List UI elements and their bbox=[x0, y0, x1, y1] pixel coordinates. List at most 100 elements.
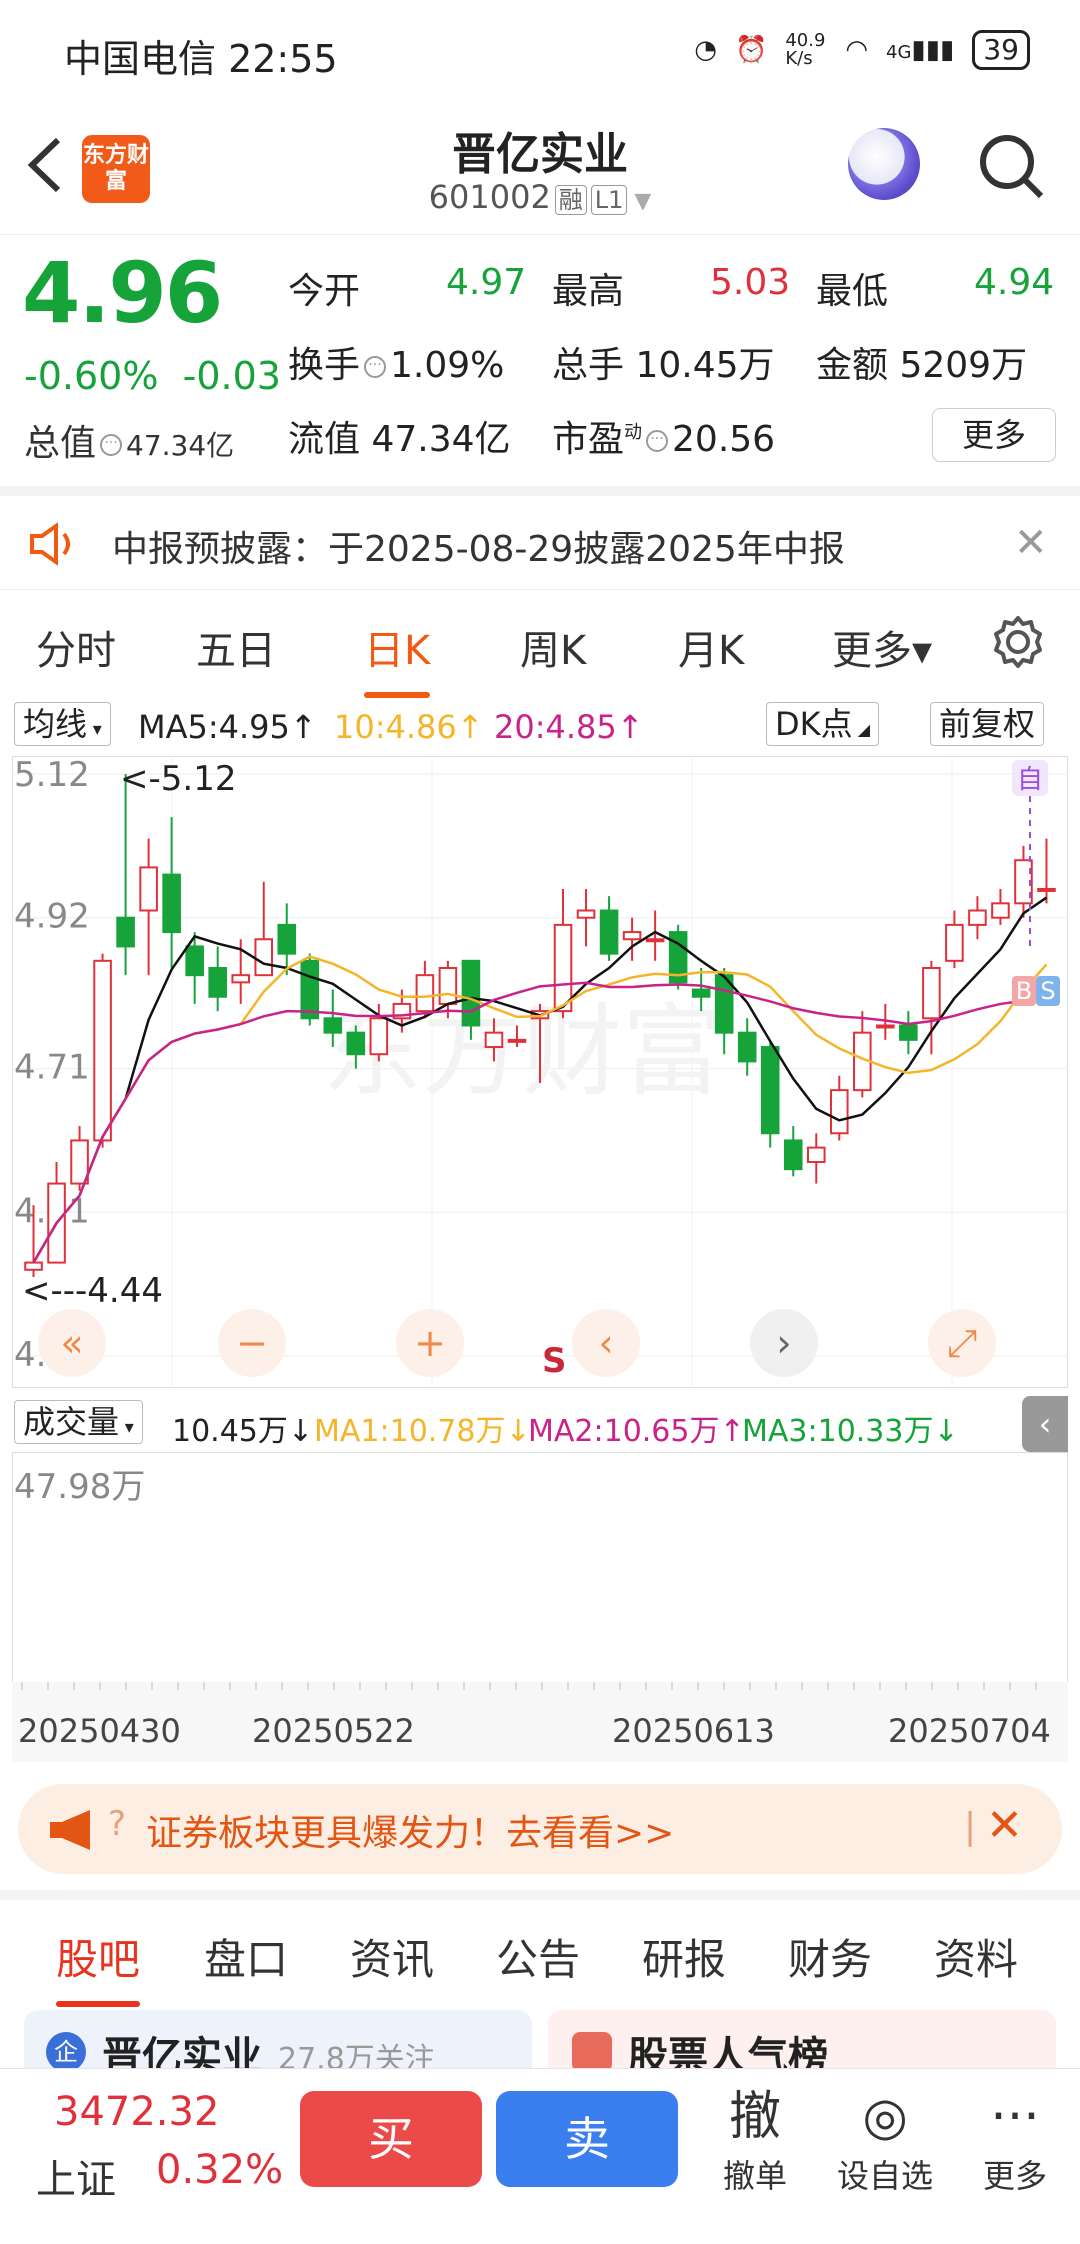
y-tick-label: 4.71 bbox=[14, 1048, 90, 1088]
sell-button[interactable]: 卖 bbox=[496, 2091, 678, 2187]
amount: 金额 5209万 bbox=[816, 345, 1028, 386]
search-icon[interactable] bbox=[975, 130, 1047, 202]
date-axis: 20250430 20250522 20250613 20250704 bbox=[12, 1688, 1068, 1762]
chart-tabs: 分时 五日 日K 周K 月K 更多▾ bbox=[0, 596, 1080, 698]
wifi-icon: ◠ bbox=[845, 35, 869, 65]
tab-five-day[interactable]: 五日 bbox=[196, 618, 276, 676]
chart-control-button[interactable]: › bbox=[750, 1309, 818, 1377]
popularity-card[interactable]: 股票人气榜 bbox=[548, 2010, 1056, 2068]
info-icon: ··· bbox=[100, 434, 123, 456]
follow-count: 27.8万关注 bbox=[278, 2042, 435, 2068]
collapse-panel-button[interactable]: ‹ bbox=[1022, 1396, 1068, 1452]
candle bbox=[599, 909, 619, 955]
index-change[interactable]: 0.32% bbox=[156, 2147, 283, 2193]
pe-ratio: 市盈动 ··· 20.56 bbox=[552, 419, 776, 460]
candle bbox=[300, 959, 320, 1020]
chart-control-button[interactable]: ‹ bbox=[572, 1309, 640, 1377]
candle bbox=[162, 873, 181, 934]
tab-daily-k[interactable]: 日K bbox=[364, 618, 431, 698]
candle bbox=[760, 1046, 780, 1135]
speed-icon: ◔ bbox=[694, 35, 717, 65]
tab-profile[interactable]: 资料 bbox=[934, 1926, 1018, 1987]
volume-value: 10.45万↓ bbox=[172, 1414, 314, 1449]
candle bbox=[139, 866, 158, 912]
tab-weekly-k[interactable]: 周K bbox=[520, 618, 586, 676]
chart-control-button[interactable]: + bbox=[396, 1309, 464, 1377]
candle bbox=[116, 916, 135, 948]
volume-indicator-select[interactable]: 成交量 ▾ bbox=[14, 1400, 143, 1444]
tab-more[interactable]: 更多▾ bbox=[832, 618, 932, 676]
candle bbox=[991, 902, 1010, 919]
gear-icon[interactable] bbox=[990, 614, 1046, 670]
card-title: 晋亿实业 bbox=[102, 2034, 262, 2068]
more-button[interactable]: ··· 更多 bbox=[960, 2083, 1070, 2197]
tab-forum[interactable]: 股吧 bbox=[56, 1926, 141, 2007]
control-icon: « bbox=[60, 1321, 83, 1365]
stock-code-row[interactable]: 601002 融 L1 ▼ bbox=[0, 178, 1080, 216]
more-quote-button[interactable]: 更多 bbox=[932, 408, 1056, 462]
candle bbox=[461, 959, 481, 1027]
chart-control-button[interactable]: ⤢ bbox=[928, 1309, 996, 1377]
open-value: 4.97 bbox=[446, 262, 527, 303]
index-name[interactable]: 上证 bbox=[36, 2147, 116, 2205]
forum-icon: 企 bbox=[46, 2032, 86, 2068]
tab-monthly-k[interactable]: 月K bbox=[678, 618, 744, 676]
high-value: 5.03 bbox=[710, 262, 791, 303]
tab-announcements[interactable]: 公告 bbox=[496, 1926, 580, 1987]
stock-forum-card[interactable]: 企 晋亿实业 27.8万关注 bbox=[24, 2010, 532, 2068]
market-cap: 总值 ··· 47.34亿 bbox=[24, 423, 235, 464]
cancel-icon: 撤 bbox=[728, 2087, 781, 2147]
tab-research[interactable]: 研报 bbox=[642, 1926, 726, 1987]
adjust-button[interactable]: 前复权 bbox=[930, 702, 1045, 746]
s-marker-label: S bbox=[1040, 977, 1055, 1005]
date-label: 20250613 bbox=[612, 1712, 775, 1750]
y-tick-label: 4.92 bbox=[14, 897, 90, 937]
chart-control-button[interactable]: − bbox=[218, 1309, 286, 1377]
margin-tag: 融 bbox=[554, 185, 587, 215]
control-icon: › bbox=[776, 1321, 791, 1365]
y-tick-label: 5.12 bbox=[14, 756, 90, 795]
stock-code: 601002 bbox=[428, 178, 551, 216]
price-change: -0.60% -0.03 bbox=[24, 354, 281, 398]
candle bbox=[830, 1089, 849, 1135]
promo-text: 证券板块更具爆发力！去看看>> bbox=[146, 1813, 675, 1854]
ai-assistant-icon[interactable] bbox=[848, 128, 920, 200]
tab-financials[interactable]: 财务 bbox=[788, 1926, 872, 1987]
close-icon[interactable]: ✕ bbox=[1014, 520, 1048, 566]
divider: | bbox=[964, 1806, 977, 1847]
kline-chart[interactable]: 5.124.924.714.514.31东方财富<-5.12<---4.44S自… bbox=[12, 756, 1068, 1388]
candle bbox=[691, 988, 711, 998]
quote-panel: 4.96 -0.60% -0.03 总值 ··· 47.34亿 今开 4.97 最高… bbox=[0, 236, 1080, 486]
promo-banner[interactable]: ? 证券板块更具爆发力！去看看>> | ✕ bbox=[18, 1784, 1062, 1874]
vol-ma1: MA1:10.78万↓ bbox=[314, 1414, 531, 1449]
tab-news[interactable]: 资讯 bbox=[350, 1926, 434, 1987]
indicator-select[interactable]: 均线 ▾ bbox=[14, 702, 111, 746]
chart-control-button[interactable]: « bbox=[38, 1309, 106, 1377]
tab-intraday[interactable]: 分时 bbox=[36, 618, 116, 676]
stock-header: 东方财富 晋亿实业 601002 融 L1 ▼ bbox=[0, 100, 1080, 235]
tab-order-book[interactable]: 盘口 bbox=[204, 1926, 288, 1987]
b-marker: B bbox=[1016, 977, 1032, 1005]
candle bbox=[438, 967, 458, 1005]
date-label: 20250430 bbox=[18, 1712, 181, 1750]
candle bbox=[1037, 887, 1056, 892]
add-watchlist-button[interactable]: ◎ 设自选 bbox=[830, 2083, 940, 2197]
dk-point-button[interactable]: DK点 ◢ bbox=[766, 702, 880, 746]
notice-banner[interactable]: 中报预披露：于2025-08-29披露2025年中报 ✕ bbox=[0, 486, 1080, 590]
more-dots-icon: ··· bbox=[990, 2087, 1040, 2147]
open-label: 今开 bbox=[288, 271, 361, 312]
candle bbox=[806, 1146, 826, 1164]
close-icon[interactable]: ✕ bbox=[986, 1800, 1023, 1851]
cancel-order-button[interactable]: 撤撤单 bbox=[700, 2083, 810, 2197]
float-cap: 流值 47.34亿 bbox=[288, 419, 511, 460]
candle bbox=[415, 974, 435, 1013]
buy-button[interactable]: 买 bbox=[300, 2091, 482, 2187]
index-value[interactable]: 3472.32 bbox=[54, 2089, 219, 2135]
candle bbox=[254, 938, 274, 977]
speaker-icon bbox=[30, 522, 70, 566]
candle bbox=[323, 1017, 343, 1034]
level-tag: L1 bbox=[590, 185, 628, 215]
candle bbox=[93, 959, 112, 1142]
control-icon: ⤢ bbox=[947, 1321, 977, 1365]
candle bbox=[484, 1031, 504, 1049]
